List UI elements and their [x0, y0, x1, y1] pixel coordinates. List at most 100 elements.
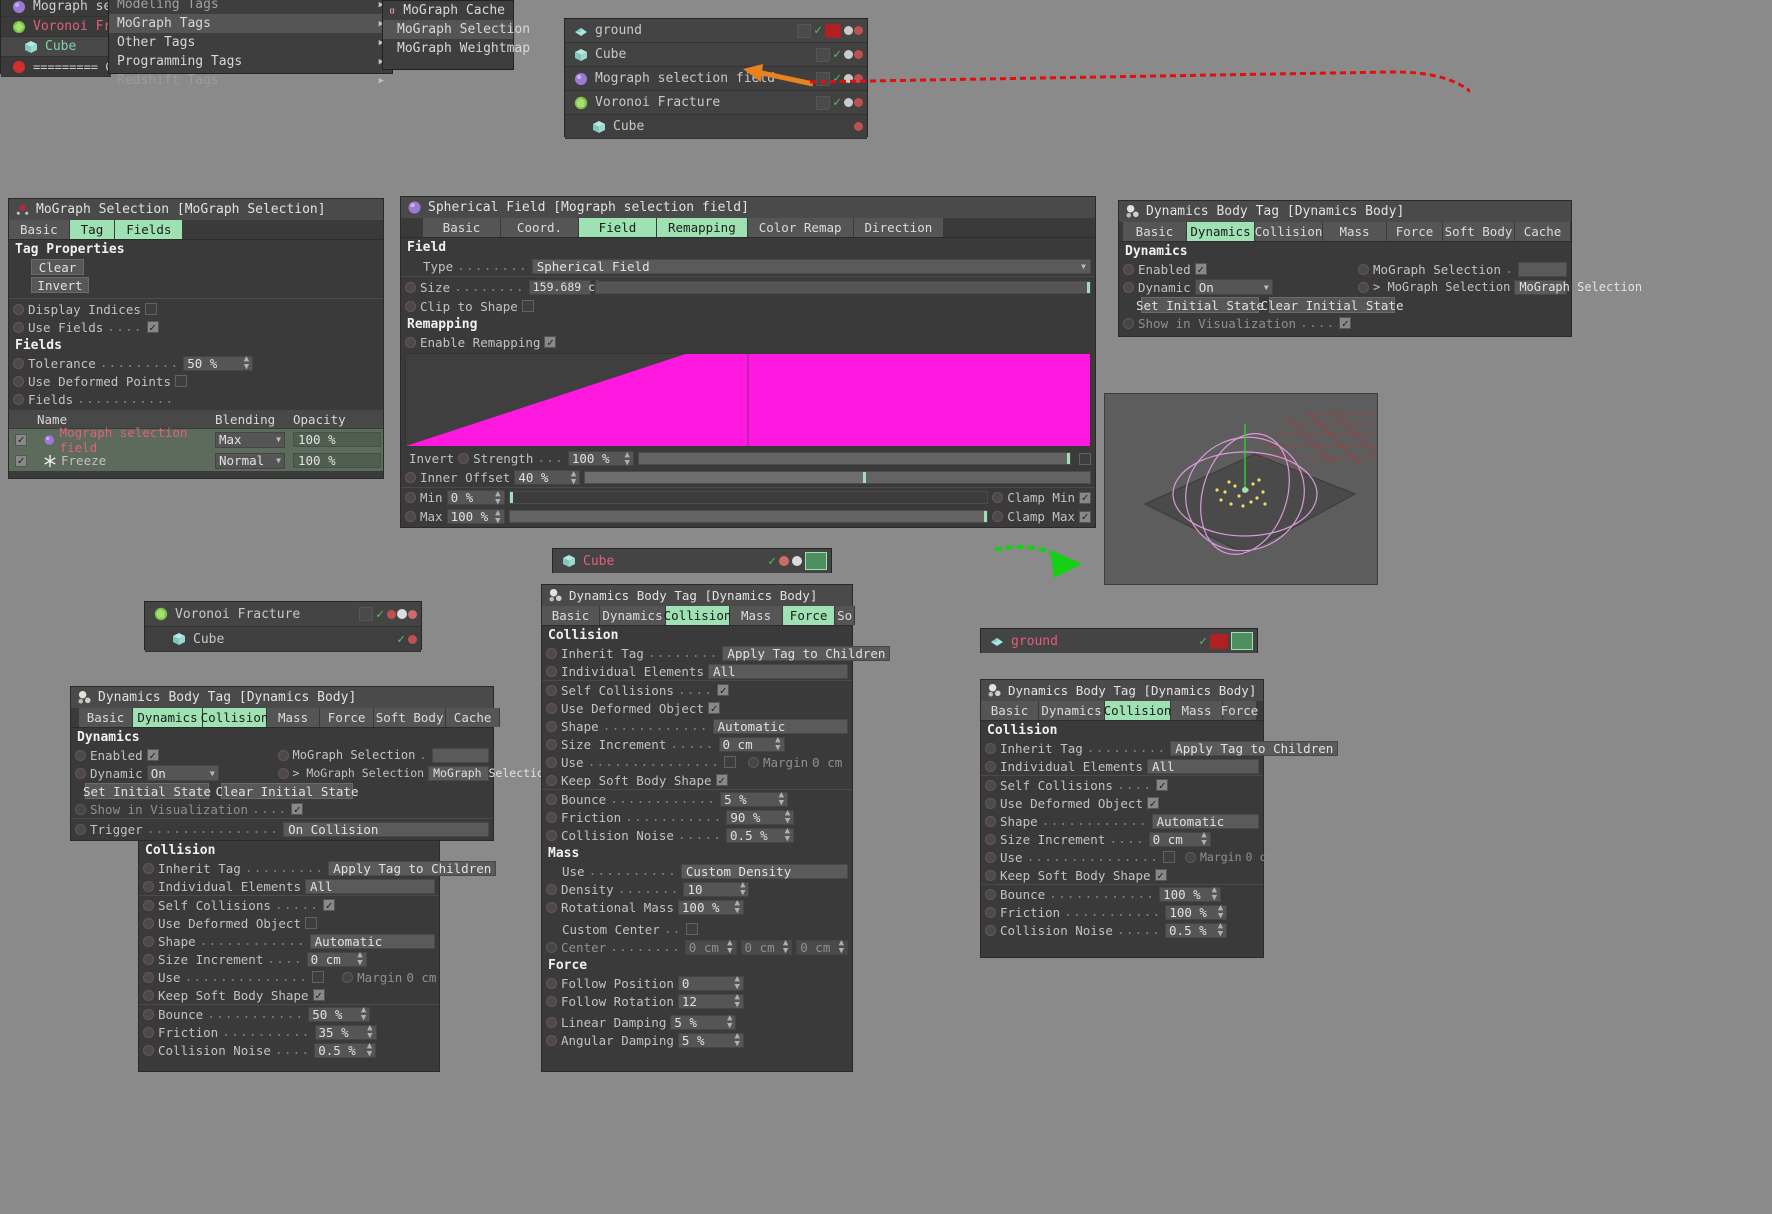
type-select[interactable]: Spherical Field ▼: [531, 258, 1091, 274]
animate-dot-icon[interactable]: [1184, 851, 1196, 863]
animate-dot-icon[interactable]: [747, 756, 759, 768]
size-increment-input[interactable]: 0 cm ▲ ▼: [718, 736, 785, 753]
shape-select[interactable]: Automatic: [309, 933, 435, 949]
stepper-icon[interactable]: ▲▼: [495, 508, 500, 525]
dynamics-tag-middle-panel[interactable]: Dynamics Body Tag [Dynamics Body] Basic …: [541, 584, 891, 1072]
tab-collision[interactable]: Collision: [1104, 701, 1171, 720]
animate-dot-icon[interactable]: [143, 953, 154, 965]
dynamics-tag-bottomleft-panel[interactable]: Dynamics Body Tag [Dynamics Body] Basic …: [70, 686, 551, 841]
stepper-icon[interactable]: ▲▼: [357, 951, 362, 968]
animate-dot-icon[interactable]: [143, 971, 154, 983]
stepper-icon[interactable]: ▲▼: [571, 469, 576, 486]
stepper-icon[interactable]: ▲▼: [783, 939, 788, 956]
clear-initial-state-button[interactable]: Clear Initial State: [1261, 297, 1404, 313]
enabled-checkbox[interactable]: ✓: [1194, 263, 1207, 275]
bounce-input[interactable]: 5 % ▲ ▼: [720, 791, 789, 808]
strength-input[interactable]: 100 % ▲ ▼: [567, 450, 634, 467]
stepper-icon[interactable]: ▲▼: [727, 939, 732, 956]
shape-select[interactable]: Automatic: [712, 718, 848, 734]
animate-dot-icon[interactable]: [985, 797, 996, 809]
tab-remapping[interactable]: Remapping: [657, 218, 748, 237]
tab-cache[interactable]: Cache: [1515, 222, 1571, 241]
visibility-toggle[interactable]: [359, 607, 374, 621]
tab-mass[interactable]: Mass: [267, 708, 321, 727]
tab-collision[interactable]: Collision: [1255, 222, 1323, 241]
max-input[interactable]: 100 % ▲ ▼: [446, 508, 505, 525]
animate-dot-icon[interactable]: [13, 303, 24, 315]
display-indices-checkbox[interactable]: ✓: [144, 303, 157, 315]
context-submenu[interactable]: MoGraph Cache MoGraph Selection MoGraph …: [382, 0, 530, 70]
animate-dot-icon[interactable]: [143, 899, 154, 911]
inner-offset-input[interactable]: 40 % ▲ ▼: [514, 469, 581, 486]
animate-dot-icon[interactable]: [546, 793, 557, 805]
animate-dot-icon[interactable]: [546, 883, 557, 895]
density-input[interactable]: 10 ▲ ▼: [683, 881, 750, 898]
animate-dot-icon[interactable]: [75, 803, 86, 815]
tolerance-input[interactable]: 50 % ▲ ▼: [183, 355, 254, 372]
stepper-icon[interactable]: ▲▼: [785, 809, 790, 826]
animate-dot-icon[interactable]: [546, 647, 557, 659]
size-input[interactable]: 159.689 c ▲▼: [528, 279, 600, 296]
animate-dot-icon[interactable]: [985, 888, 996, 900]
tab-dynamics[interactable]: Dynamics: [133, 708, 203, 727]
mograph-selection-link-value[interactable]: MoGraph Selection: [428, 765, 551, 781]
bounce-input[interactable]: 100 % ▲ ▼: [1159, 886, 1222, 903]
mass-use-select[interactable]: Custom Density: [680, 863, 848, 879]
set-initial-state-button[interactable]: Set Initial State: [83, 783, 211, 799]
animate-dot-icon[interactable]: [405, 472, 416, 483]
clamp-max-checkbox[interactable]: ✓: [1079, 510, 1091, 523]
collision-noise-input[interactable]: 0.5 % ▲ ▼: [314, 1042, 377, 1059]
tab-force[interactable]: Force: [320, 708, 375, 727]
use-deformed-object-checkbox[interactable]: ✓: [1147, 797, 1159, 809]
inner-offset-slider[interactable]: [584, 471, 1091, 484]
mograph-selection-input[interactable]: [1517, 261, 1567, 277]
animate-dot-icon[interactable]: [405, 492, 416, 503]
tab-basic[interactable]: Basic: [9, 220, 70, 239]
tab-color-remap[interactable]: Color Remap: [747, 218, 854, 237]
friction-input[interactable]: 35 % ▲ ▼: [314, 1024, 377, 1041]
table-row[interactable]: Cube ✓: [553, 549, 831, 573]
min-slider[interactable]: [508, 491, 989, 504]
stepper-icon[interactable]: ▲▼: [775, 736, 780, 753]
individual-elements-select[interactable]: All: [1147, 758, 1259, 774]
animate-dot-icon[interactable]: [1123, 281, 1134, 293]
animate-dot-icon[interactable]: [546, 811, 557, 823]
stepper-icon[interactable]: ▲▼: [244, 355, 249, 372]
tab-bar[interactable]: Basic Coord. Field Remapping Color Remap…: [401, 218, 1095, 238]
angular-damping-input[interactable]: 5 % ▲ ▼: [677, 1032, 744, 1049]
visibility-toggle[interactable]: [797, 23, 812, 38]
follow-rotation-input[interactable]: 12 ▲ ▼: [677, 993, 744, 1010]
stepper-icon[interactable]: ▲▼: [740, 881, 745, 898]
animate-dot-icon[interactable]: [1358, 263, 1370, 275]
mograph-selection-input[interactable]: [432, 747, 489, 763]
animate-dot-icon[interactable]: [143, 1026, 154, 1038]
animate-dot-icon[interactable]: [985, 851, 996, 863]
dynamics-tag-topright-panel[interactable]: Dynamics Body Tag [Dynamics Body] Basic …: [1118, 200, 1642, 337]
keep-soft-body-shape-checkbox[interactable]: ✓: [715, 774, 728, 786]
menu-item-other-tags[interactable]: Other Tags ▶: [109, 33, 392, 52]
menu-item-programming-tags[interactable]: Programming Tags ▶: [109, 52, 392, 71]
tab-dynamics[interactable]: Dynamics: [600, 606, 666, 625]
animate-dot-icon[interactable]: [546, 901, 557, 913]
animate-dot-icon[interactable]: [546, 665, 557, 677]
use-checkbox[interactable]: ✓: [312, 971, 325, 983]
center-z-input[interactable]: 0 cm ▲ ▼: [796, 939, 848, 956]
field-enable-checkbox[interactable]: ✓: [15, 433, 27, 446]
render-visibility-icon[interactable]: [1210, 633, 1228, 649]
tab-basic[interactable]: Basic: [542, 606, 600, 625]
opacity-value[interactable]: 100 %: [293, 453, 381, 468]
self-collisions-checkbox[interactable]: ✓: [323, 899, 336, 911]
stepper-icon[interactable]: ▲▼: [734, 1032, 739, 1049]
set-initial-state-button[interactable]: Set Initial State: [1136, 297, 1264, 313]
animate-dot-icon[interactable]: [546, 720, 557, 732]
animate-dot-icon[interactable]: [13, 357, 24, 369]
animate-dot-icon[interactable]: [985, 815, 996, 827]
clip-to-shape-checkbox[interactable]: ✓: [521, 300, 534, 312]
animate-dot-icon[interactable]: [985, 924, 996, 936]
slider-knob[interactable]: [509, 492, 513, 503]
invert-button[interactable]: Invert: [31, 277, 89, 293]
tab-direction[interactable]: Direction: [853, 218, 945, 237]
tag-icons[interactable]: [844, 50, 863, 59]
collision-noise-input[interactable]: 0.5 % ▲ ▼: [1165, 922, 1228, 939]
list-item[interactable]: Voronoi Fra: [1, 17, 119, 37]
